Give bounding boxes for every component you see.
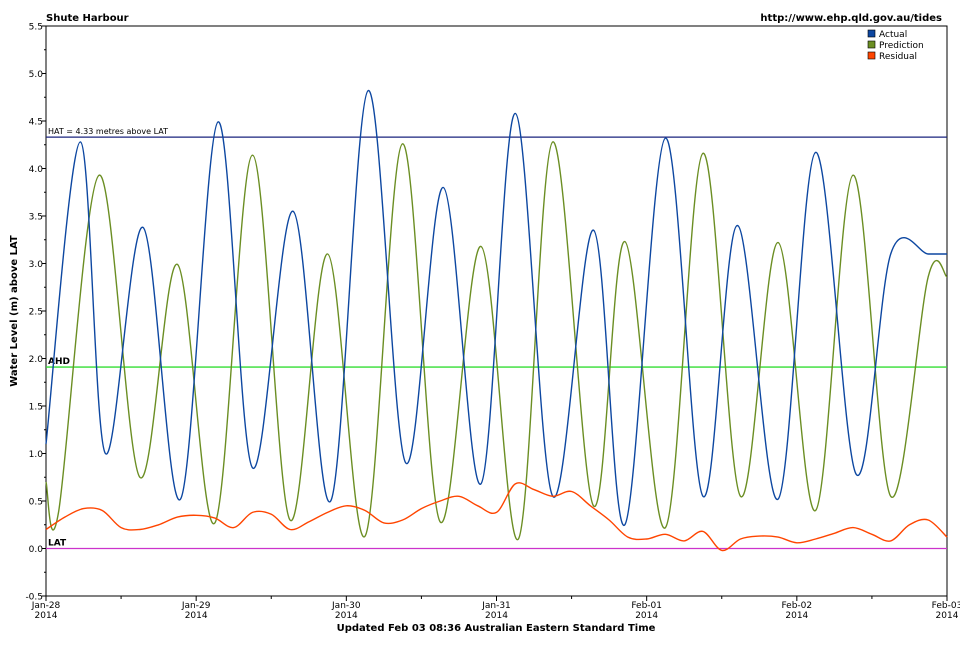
legend-swatch-prediction	[867, 40, 876, 49]
y-tick-label: 3.5	[29, 213, 43, 223]
legend-swatch-actual	[867, 29, 876, 38]
y-tick-label: 1.5	[29, 403, 43, 413]
x-tick-year: 2014	[785, 611, 808, 621]
y-tick-label: 5.0	[29, 70, 44, 80]
legend-label-residual: Residual	[879, 52, 917, 62]
y-tick-label: 4.0	[29, 165, 44, 175]
x-tick-label: Jan-28	[31, 601, 61, 611]
legend-swatch-residual	[867, 51, 876, 60]
x-tick-year: 2014	[485, 611, 508, 621]
reference-label-hat: HAT = 4.33 metres above LAT	[48, 127, 168, 136]
chart-title: Shute Harbour	[46, 13, 129, 24]
y-tick-label: 0.0	[29, 545, 44, 555]
footer-text: Updated Feb 03 08:36 Australian Eastern …	[337, 623, 656, 634]
x-tick-year: 2014	[35, 611, 58, 621]
x-tick-label: Feb-02	[782, 601, 813, 611]
x-axis: Jan-282014Jan-292014Jan-302014Jan-312014…	[31, 596, 960, 621]
x-tick-label: Feb-03	[932, 601, 960, 611]
y-tick-label: 0.5	[29, 498, 43, 508]
x-tick-label: Jan-31	[481, 601, 511, 611]
legend-label-prediction: Prediction	[879, 41, 924, 51]
x-tick-year: 2014	[185, 611, 208, 621]
y-tick-label: 5.5	[29, 23, 43, 33]
x-tick-label: Jan-30	[331, 601, 361, 611]
y-tick-label: 2.5	[29, 308, 43, 318]
reference-label-lat: LAT	[48, 539, 67, 549]
source-url: http://www.ehp.qld.gov.au/tides	[760, 13, 942, 24]
x-tick-year: 2014	[936, 611, 959, 621]
y-tick-label: 2.0	[29, 355, 44, 365]
legend-label-actual: Actual	[879, 30, 907, 40]
x-tick-year: 2014	[635, 611, 658, 621]
reference-label-ahd: AHD	[48, 357, 70, 367]
x-tick-year: 2014	[335, 611, 358, 621]
y-axis: -0.50.00.51.01.52.02.53.03.54.04.55.05.5	[25, 23, 46, 603]
y-tick-label: 4.5	[29, 118, 43, 128]
x-tick-label: Feb-01	[631, 601, 662, 611]
tide-chart: HAT = 4.33 metres above LATAHDLAT -0.50.…	[9, 13, 960, 634]
y-tick-label: 1.0	[29, 450, 44, 460]
y-axis-label: Water Level (m) above LAT	[9, 235, 20, 387]
y-tick-label: 3.0	[29, 260, 44, 270]
x-tick-label: Jan-29	[181, 601, 211, 611]
